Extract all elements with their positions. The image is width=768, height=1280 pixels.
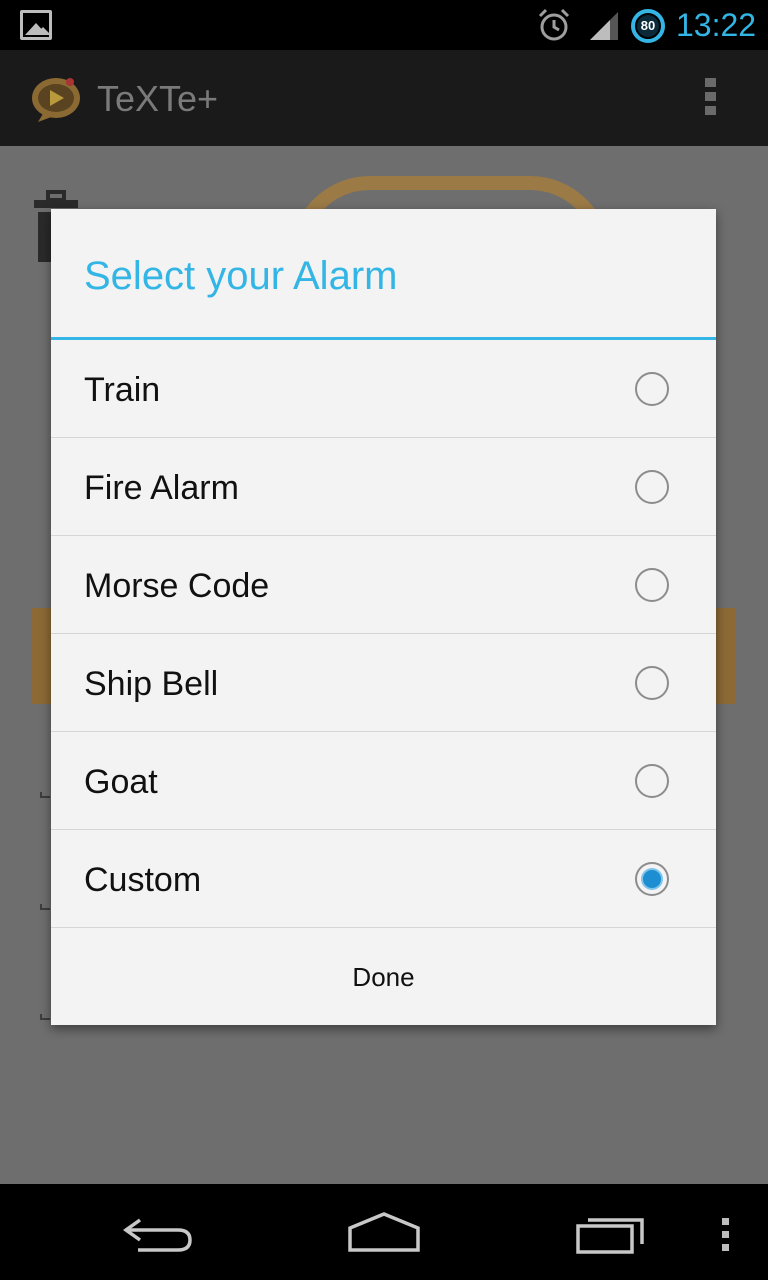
radio-button[interactable]	[635, 568, 669, 602]
clock-time: 13:22	[676, 7, 757, 43]
dialog-title: Select your Alarm	[84, 254, 398, 298]
image-notification-icon	[20, 10, 52, 40]
radio-button[interactable]	[635, 470, 669, 504]
alarm-option-goat[interactable]: Goat	[51, 732, 716, 830]
option-label: Fire Alarm	[84, 469, 239, 507]
back-icon[interactable]	[122, 1214, 196, 1254]
background-tick	[40, 1014, 50, 1020]
recent-apps-icon[interactable]	[574, 1214, 646, 1254]
battery-icon: 80	[631, 9, 665, 43]
menu-icon[interactable]	[722, 1218, 732, 1254]
radio-button[interactable]	[635, 764, 669, 798]
option-label: Train	[84, 371, 161, 409]
background-tick	[40, 904, 50, 910]
status-bar: 80 13:22	[0, 0, 768, 50]
alarm-option-custom[interactable]: Custom	[51, 830, 716, 928]
radio-button[interactable]	[635, 372, 669, 406]
alarm-option-fire-alarm[interactable]: Fire Alarm	[51, 438, 716, 536]
signal-icon	[590, 12, 618, 40]
alarm-option-list: Train Fire Alarm Morse Code Ship Bell Go…	[51, 340, 716, 928]
alarm-option-ship-bell[interactable]: Ship Bell	[51, 634, 716, 732]
app-title: TeXTe+	[97, 78, 219, 119]
app-logo-icon[interactable]	[30, 72, 84, 126]
alarm-option-morse-code[interactable]: Morse Code	[51, 536, 716, 634]
home-icon[interactable]	[346, 1210, 422, 1252]
option-label: Custom	[84, 861, 202, 899]
overflow-menu-icon[interactable]	[705, 78, 719, 120]
navigation-bar	[0, 1184, 768, 1280]
select-alarm-dialog: Select your Alarm Train Fire Alarm Morse…	[51, 209, 716, 1025]
option-label: Morse Code	[84, 567, 270, 605]
option-label: Goat	[84, 763, 158, 801]
action-bar: TeXTe+	[0, 50, 768, 146]
option-label: Ship Bell	[84, 665, 219, 703]
alarm-clock-icon	[538, 8, 570, 41]
done-button[interactable]: Done	[51, 929, 716, 1025]
battery-level: 80	[637, 15, 659, 37]
radio-button-selected[interactable]	[635, 862, 669, 896]
alarm-option-train[interactable]: Train	[51, 340, 716, 438]
radio-button[interactable]	[635, 666, 669, 700]
background-tick	[40, 792, 50, 798]
